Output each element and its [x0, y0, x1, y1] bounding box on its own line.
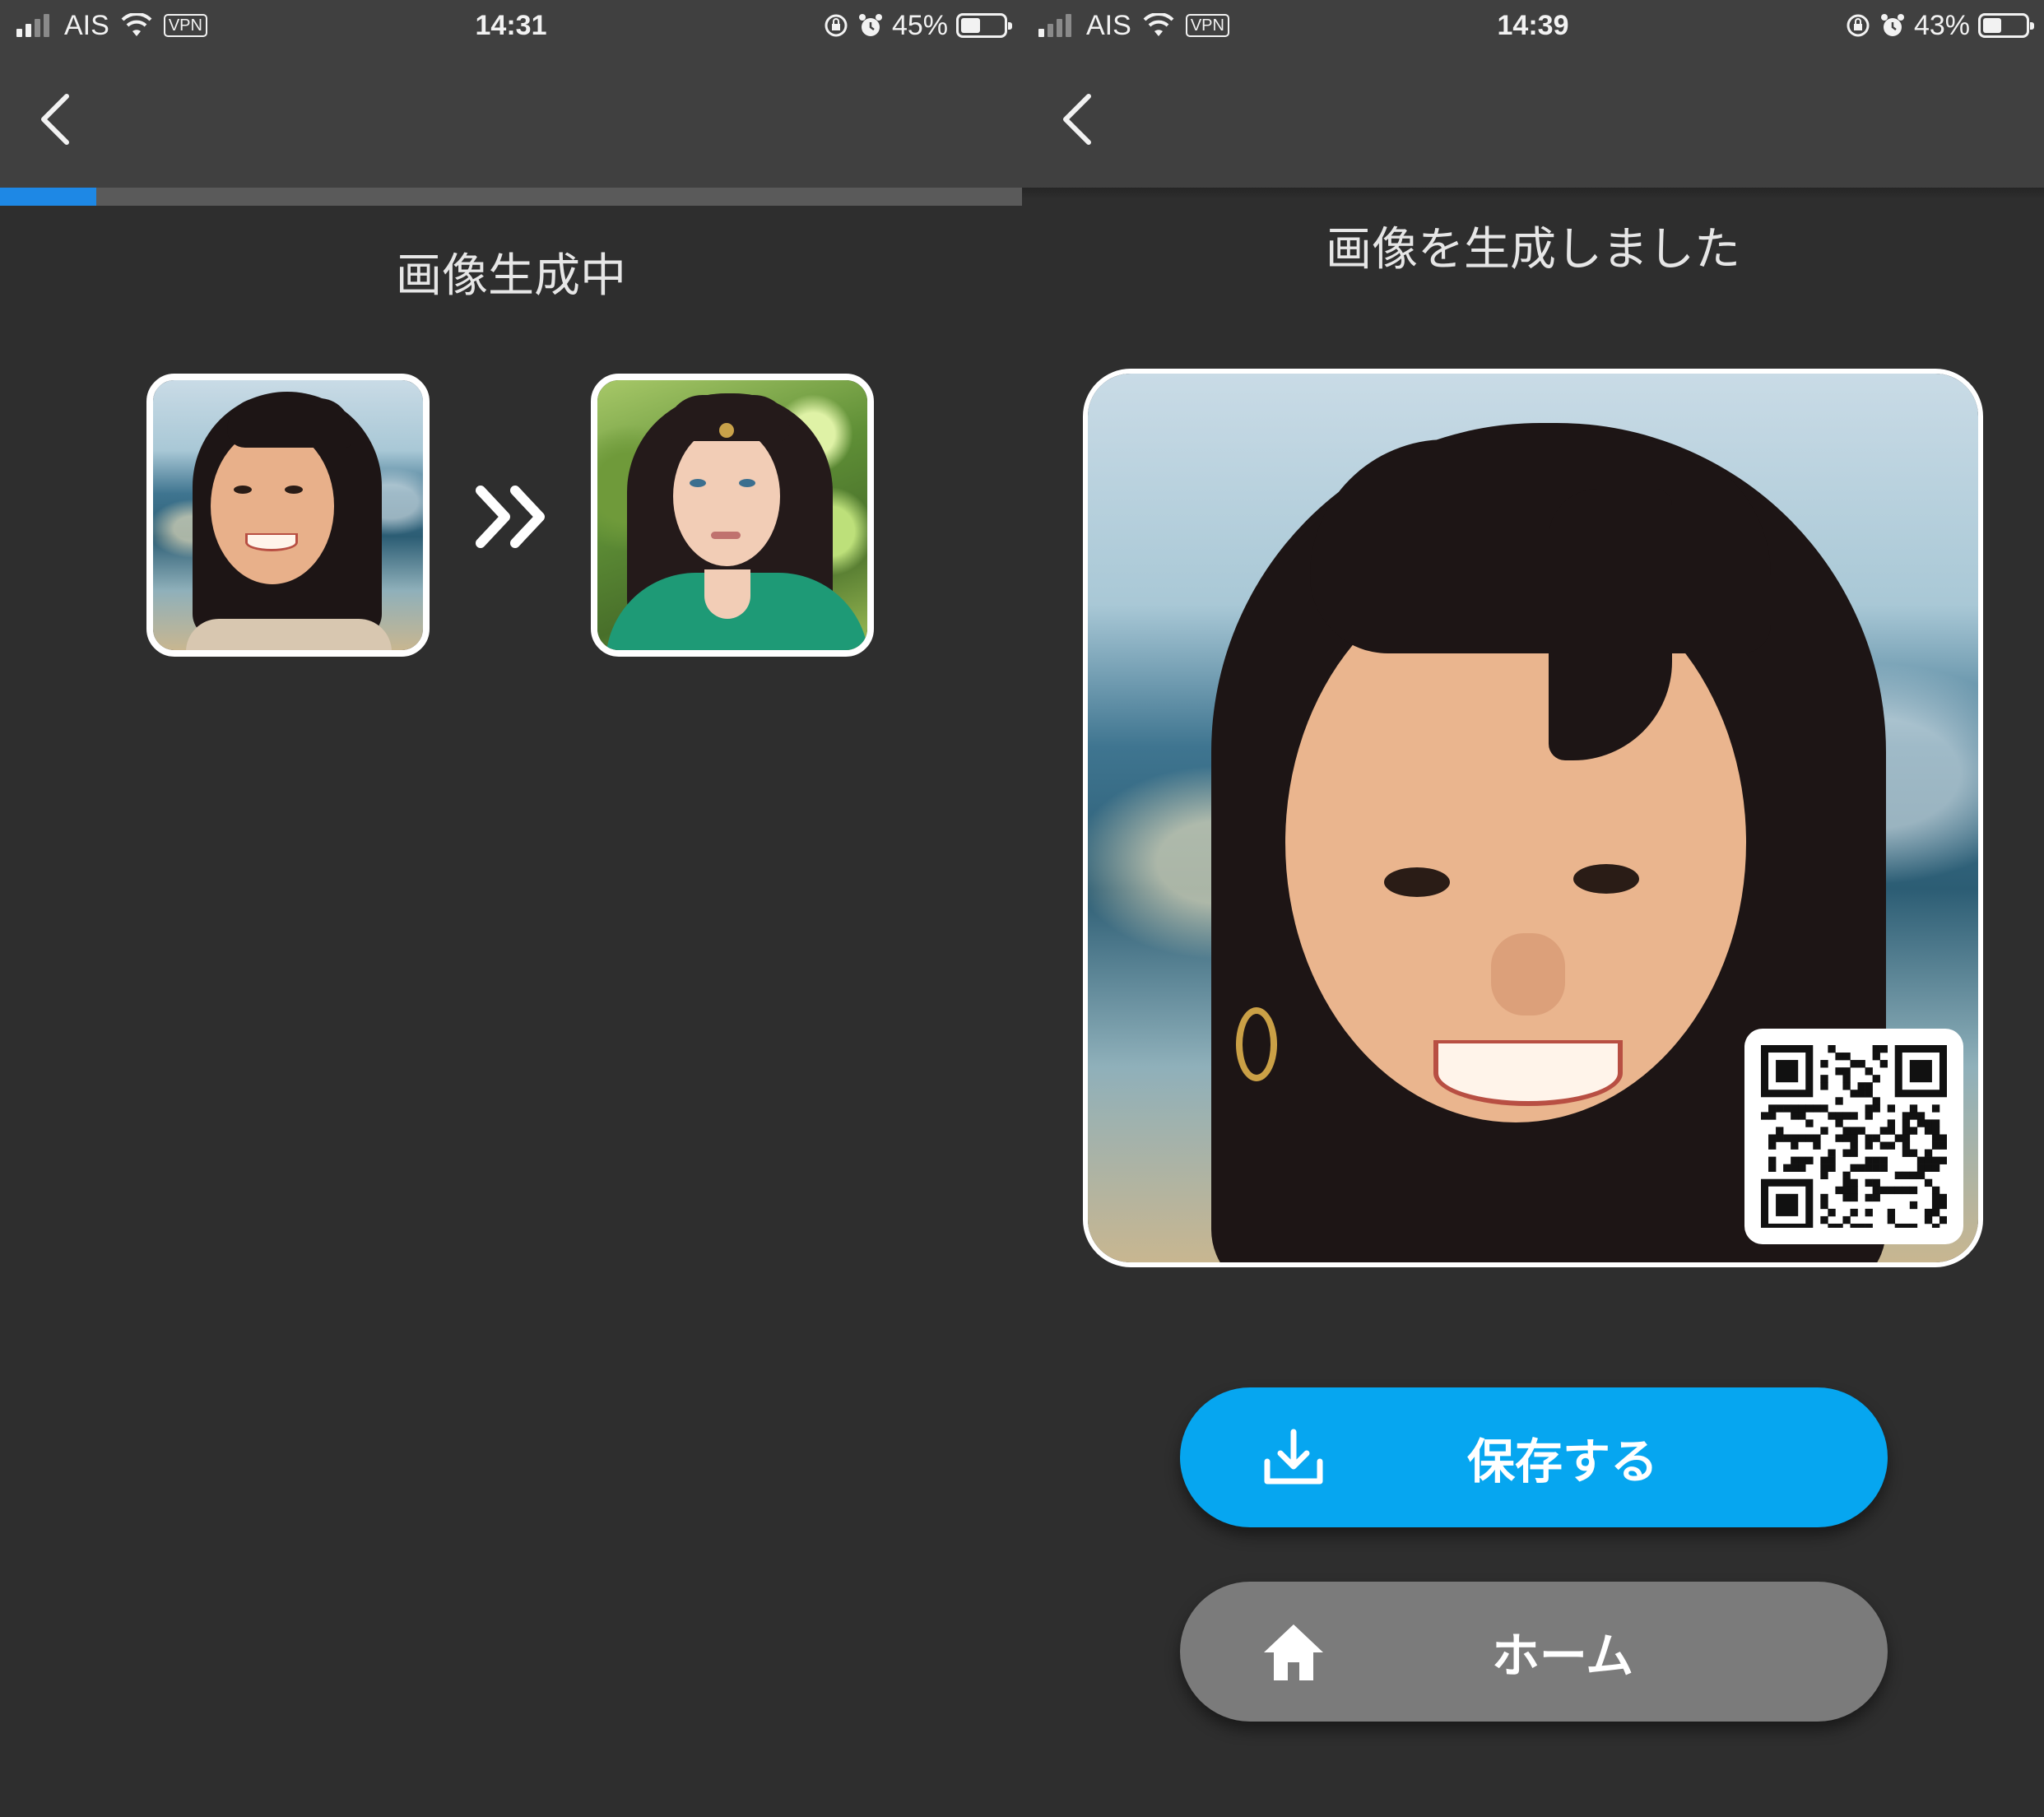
home-button-label: ホーム — [1491, 1628, 1634, 1684]
chevron-left-icon — [41, 94, 69, 145]
result-screen: AIS VPN 14:39 43% 画像を生成しました 保存する ホーム — [1022, 0, 2044, 1817]
page-title: 画像を生成しました — [1326, 223, 1740, 276]
alarm-icon — [1880, 14, 1904, 36]
battery-percentage: 43% — [1913, 9, 1970, 41]
page-title: 画像生成中 — [396, 249, 626, 303]
output-image-thumbnail — [591, 374, 874, 657]
save-button[interactable]: 保存する — [1180, 1387, 1888, 1527]
status-bar: AIS VPN 14:31 45% — [0, 0, 1022, 51]
save-button-label: 保存する — [1466, 1434, 1658, 1489]
double-chevron-right-icon — [476, 486, 545, 548]
rotation-lock-icon — [1847, 14, 1870, 37]
home-button[interactable]: ホーム — [1180, 1582, 1888, 1722]
progress-fill — [0, 188, 96, 206]
back-button[interactable] — [26, 91, 84, 148]
source-photo — [153, 380, 423, 650]
battery-icon — [956, 13, 1012, 38]
back-button[interactable] — [1048, 91, 1106, 148]
output-illustration — [597, 380, 867, 650]
navigation-bar — [1022, 51, 2044, 188]
app-comparison: AIS VPN 14:31 45% 画像生成中 AIS VPN 14:39 43… — [0, 0, 2044, 1817]
rotation-lock-icon — [825, 14, 848, 37]
navigation-bar — [0, 51, 1022, 188]
generation-progress-bar — [0, 188, 1022, 206]
result-image — [1083, 369, 1983, 1267]
status-bar: AIS VPN 14:39 43% — [1022, 0, 2044, 51]
generating-screen: AIS VPN 14:31 45% 画像生成中 — [0, 0, 1022, 1817]
qr-code[interactable] — [1744, 1029, 1963, 1244]
chevron-left-icon — [1063, 94, 1091, 145]
source-image-thumbnail — [146, 374, 430, 657]
battery-icon — [1978, 13, 2034, 38]
battery-percentage: 45% — [891, 9, 948, 41]
alarm-icon — [858, 14, 882, 36]
qr-code-icon — [1761, 1045, 1947, 1228]
